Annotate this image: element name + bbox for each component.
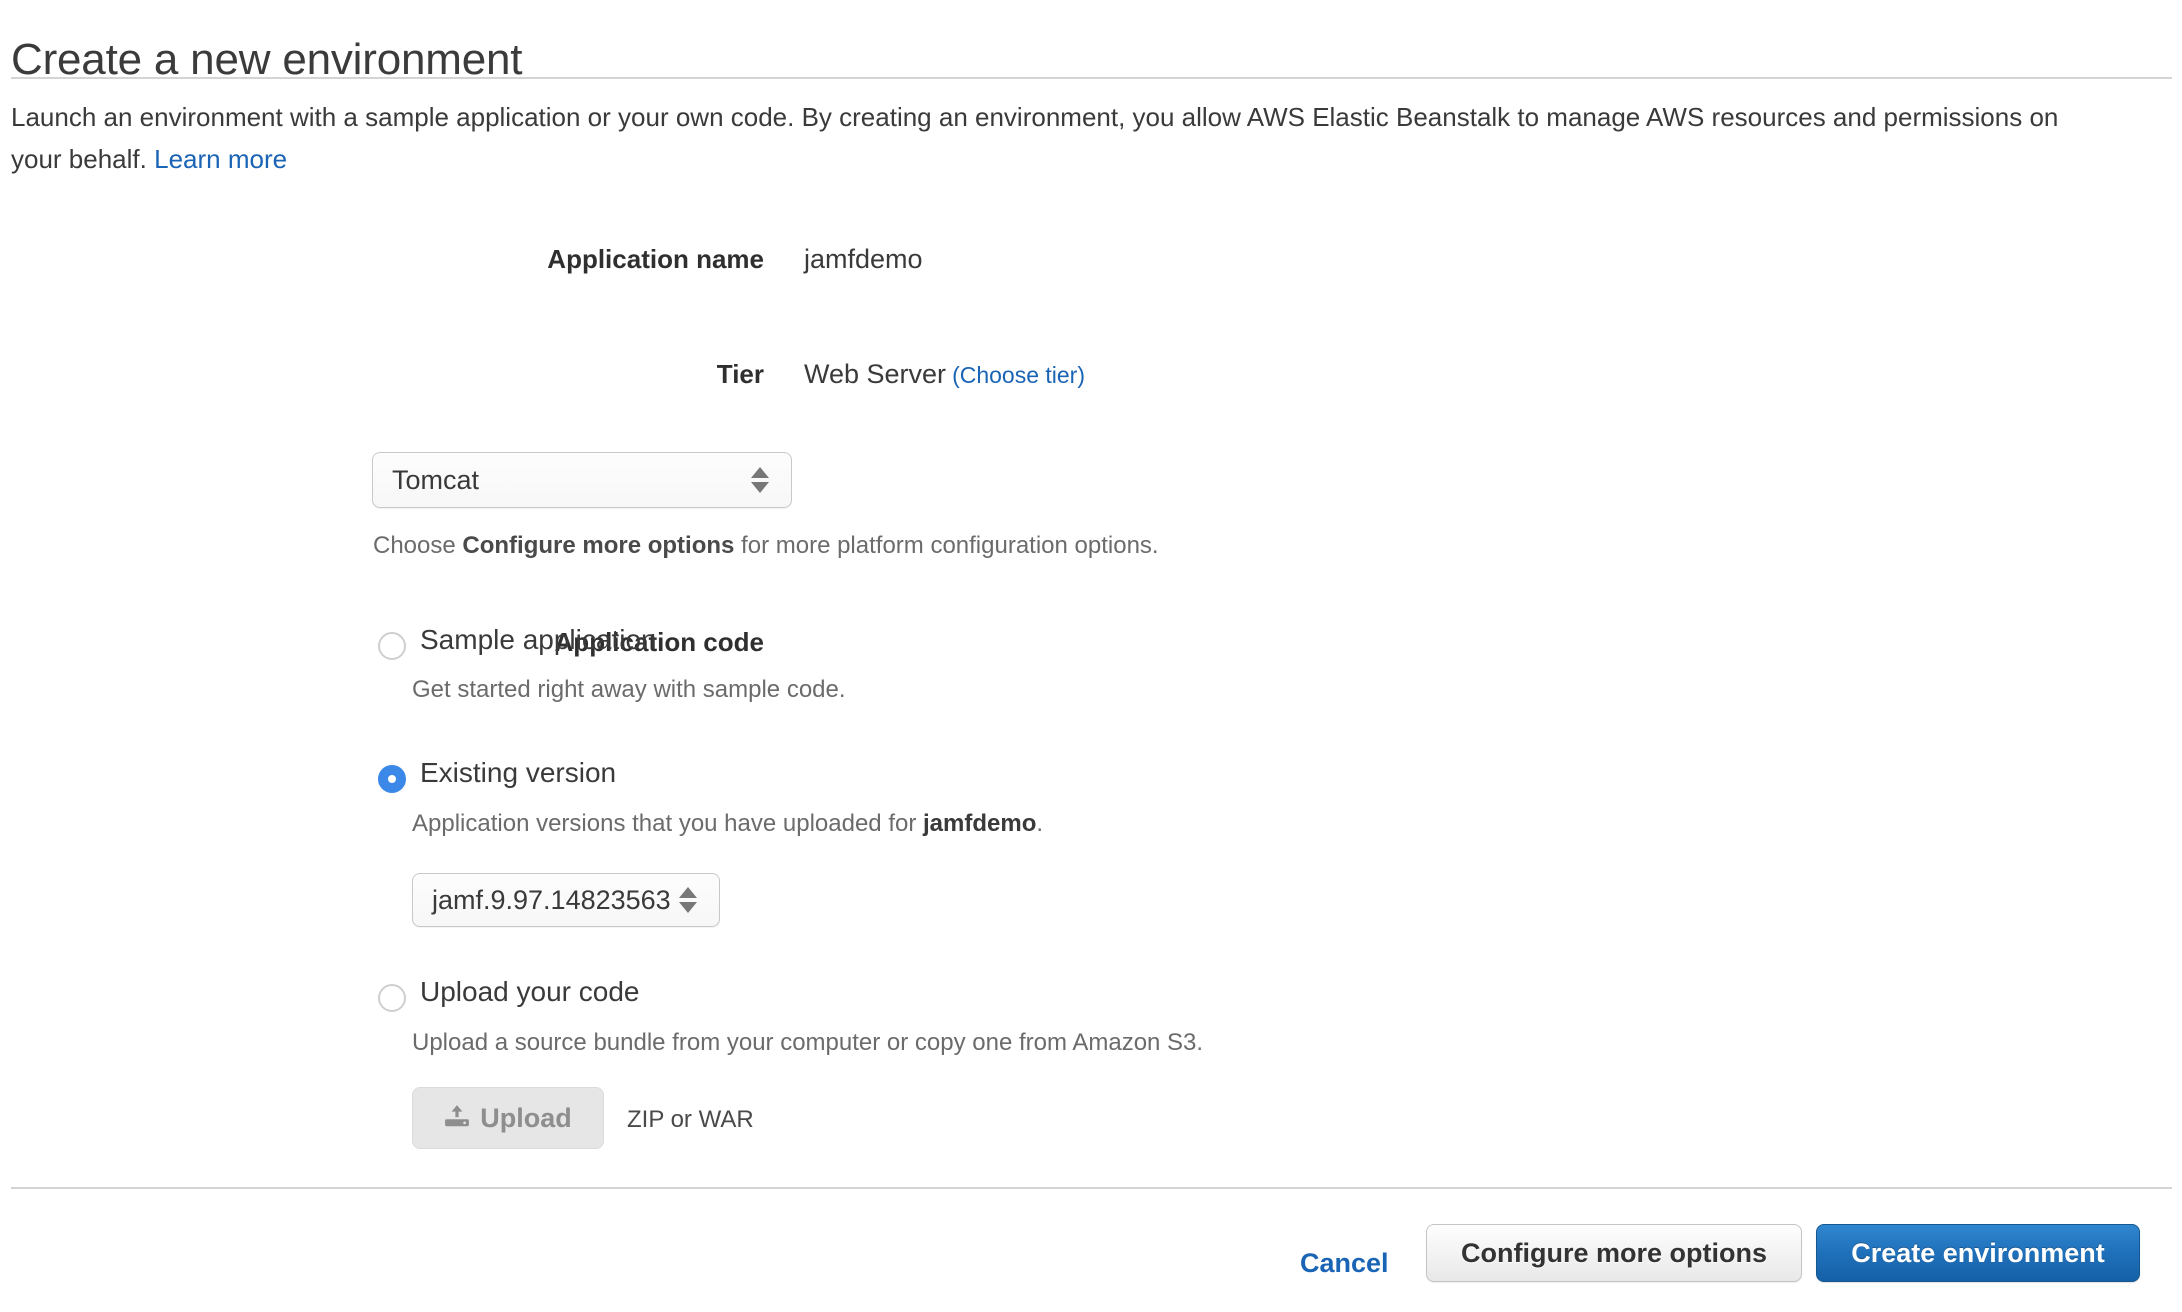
learn-more-link[interactable]: Learn more: [154, 144, 287, 174]
application-version-select[interactable]: jamf.9.97.1482356336.eb: [412, 873, 720, 927]
platform-help-suffix: for more platform configuration options.: [734, 532, 1159, 559]
tier-value: Web Server: [804, 359, 947, 389]
upload-format-note: ZIP or WAR: [627, 1106, 754, 1133]
header-divider: [11, 77, 2172, 79]
choose-tier-link[interactable]: (Choose tier): [952, 362, 1085, 388]
version-stepper-arrows-icon: [671, 887, 705, 913]
radio-button-sample-application[interactable]: [378, 632, 406, 660]
platform-select-value: Tomcat: [392, 464, 480, 495]
platform-help-prefix: Choose: [373, 532, 463, 559]
existing-version-desc-prefix: Application versions that you have uploa…: [412, 810, 923, 837]
existing-version-desc-app: jamfdemo: [923, 810, 1037, 837]
platform-help-text: Choose Configure more options for more p…: [373, 532, 1159, 560]
radio-label-existing-version[interactable]: Existing version: [420, 757, 616, 789]
existing-version-desc-suffix: .: [1036, 810, 1044, 837]
footer-divider: [11, 1187, 2172, 1189]
chevron-up-icon: [751, 467, 769, 478]
platform-help-bold: Configure more options: [462, 532, 735, 559]
upload-button-label: Upload: [480, 1102, 572, 1133]
page-description: Launch an environment with a sample appl…: [11, 96, 2111, 180]
application-name-label: Application name: [547, 244, 764, 274]
configure-more-options-button[interactable]: Configure more options: [1426, 1224, 1802, 1282]
radio-description-upload-your-code: Upload a source bundle from your compute…: [412, 1029, 1204, 1056]
version-chevron-up-icon: [679, 887, 697, 898]
upload-button[interactable]: Upload: [412, 1087, 604, 1149]
radio-description-existing-version: Application versions that you have uploa…: [412, 810, 1043, 838]
page-title: Create a new environment: [11, 35, 523, 85]
create-environment-button[interactable]: Create environment: [1816, 1224, 2140, 1282]
platform-select[interactable]: Tomcat: [372, 452, 792, 508]
tier-value-group: Web Server (Choose tier): [804, 359, 1085, 390]
radio-button-upload-your-code[interactable]: [378, 984, 406, 1012]
radio-description-sample-application: Get started right away with sample code.: [412, 676, 846, 703]
cancel-button[interactable]: Cancel: [1300, 1248, 1389, 1279]
upload-icon: [444, 1103, 470, 1134]
application-version-value: jamf.9.97.1482356336.eb: [432, 884, 671, 915]
page-description-text: Launch an environment with a sample appl…: [11, 102, 2059, 174]
application-name-value: jamfdemo: [804, 244, 923, 274]
chevron-down-icon: [751, 482, 769, 493]
tier-label: Tier: [716, 359, 764, 389]
radio-label-upload-your-code[interactable]: Upload your code: [420, 976, 639, 1008]
create-environment-page: Create a new environment Launch an envir…: [0, 0, 2182, 1312]
radio-label-sample-application[interactable]: Sample application: [420, 624, 657, 656]
version-chevron-down-icon: [679, 902, 697, 913]
stepper-arrows-icon: [743, 467, 777, 493]
radio-button-existing-version[interactable]: [378, 765, 406, 793]
